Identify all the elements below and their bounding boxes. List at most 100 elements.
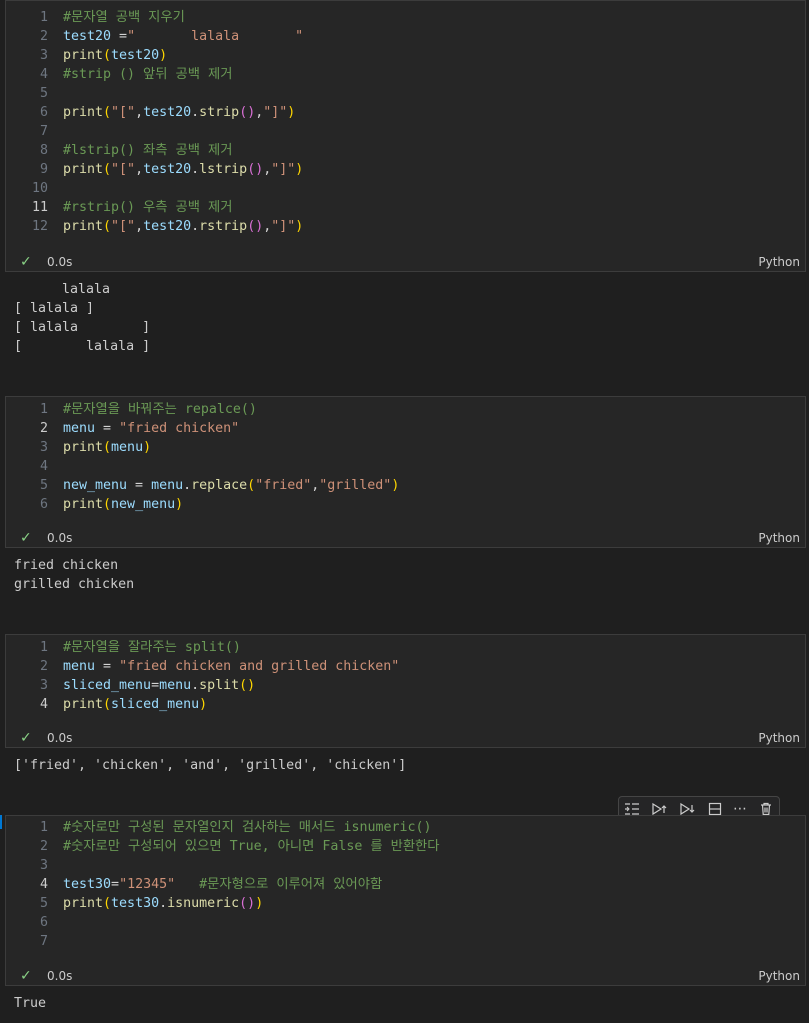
code-text: #strip () 앞뒤 공백 제거 xyxy=(63,65,232,84)
code-text: #숫자로만 구성되어 있으면 True, 아니면 False 를 반환한다 xyxy=(63,837,440,856)
code-text: test30="12345" #문자형으로 이루어져 있어야함 xyxy=(63,875,382,894)
code-token: #숫자로만 구성되어 있으면 True, 아니면 False 를 반환한다 xyxy=(63,839,440,854)
code-line[interactable]: 6 xyxy=(6,913,805,932)
code-line[interactable]: 5 xyxy=(6,84,805,103)
cell-status-bar: ✓ 0.0s Python xyxy=(6,528,805,548)
code-token: = xyxy=(95,421,120,436)
code-line[interactable]: 2 test20 =" lalala " xyxy=(6,27,805,46)
line-number: 5 xyxy=(39,896,48,911)
language-label[interactable]: Python xyxy=(758,728,800,748)
line-number: 1 xyxy=(39,820,48,835)
code-line[interactable]: 5 new_menu = menu.replace("fried","grille… xyxy=(6,476,805,495)
code-token: . xyxy=(159,896,168,911)
language-label[interactable]: Python xyxy=(758,528,800,548)
code-token: ) xyxy=(391,478,400,493)
code-token: ) xyxy=(159,48,168,63)
code-line[interactable]: 8 #lstrip() 좌측 공백 제거 xyxy=(6,141,805,160)
line-number: 11 xyxy=(31,200,48,215)
code-line[interactable]: 3 print(test20) xyxy=(6,46,805,65)
code-token: test20 xyxy=(111,48,160,63)
line-number: 12 xyxy=(31,219,48,234)
code-token: ) xyxy=(295,162,304,177)
code-token: #rstrip() 우측 공백 제거 xyxy=(63,200,233,215)
code-token: print xyxy=(63,219,104,234)
code-token: ) xyxy=(255,896,264,911)
code-line[interactable]: 5 print(test30.isnumeric()) xyxy=(6,894,805,913)
code-token: #문자열을 바꿔주는 repalce() xyxy=(63,402,257,417)
code-line[interactable]: 3 xyxy=(6,856,805,875)
code-token: () xyxy=(247,162,264,177)
code-token: replace xyxy=(191,478,248,493)
code-token: print xyxy=(63,162,104,177)
code-cell-3[interactable]: 1 #문자열을 잘라주는 split() 2 menu = "fried chicke… xyxy=(5,634,806,748)
code-token: ) xyxy=(287,105,296,120)
code-token: () xyxy=(239,678,256,693)
code-line[interactable]: 1 #문자열을 잘라주는 split() xyxy=(6,638,805,657)
language-label[interactable]: Python xyxy=(758,252,800,272)
code-cell-1[interactable]: 1 #문자열 공백 지우기 2 test20 =" lalala " 3 print(te… xyxy=(5,0,806,272)
line-number: 1 xyxy=(39,640,48,655)
output-line: [ lalala ] xyxy=(14,320,151,335)
code-token: "fried" xyxy=(255,478,312,493)
output-line: True xyxy=(14,996,47,1011)
code-token: #문자열을 잘라주는 split() xyxy=(63,640,241,655)
code-line[interactable]: 9 print("[",test20.lstrip(),"]") xyxy=(6,160,805,179)
code-text: print(new_menu) xyxy=(63,495,183,514)
code-token: ( xyxy=(103,497,112,512)
code-token: print xyxy=(63,105,104,120)
code-line[interactable]: 6 print("[",test20.strip(),"]") xyxy=(6,103,805,122)
code-line[interactable]: 4 print(sliced_menu) xyxy=(6,695,805,714)
code-line[interactable]: 10 xyxy=(6,179,805,198)
line-number: 5 xyxy=(39,478,48,493)
output-line: lalala xyxy=(14,282,111,297)
code-token: menu xyxy=(63,421,96,436)
code-line[interactable]: 7 xyxy=(6,932,805,951)
code-text: #문자열을 바꿔주는 repalce() xyxy=(63,400,257,419)
code-text: test20 =" lalala " xyxy=(63,27,303,46)
code-text: print(test30.isnumeric()) xyxy=(63,894,263,913)
code-line[interactable]: 4 test30="12345" #문자형으로 이루어져 있어야함 xyxy=(6,875,805,894)
code-line[interactable]: 6 print(new_menu) xyxy=(6,495,805,514)
code-token: "12345" xyxy=(119,877,176,892)
line-number: 9 xyxy=(39,162,48,177)
code-token: #숫자로만 구성된 문자열인지 검사하는 매서드 isnumeric() xyxy=(63,820,432,835)
code-token: rstrip xyxy=(199,219,248,234)
line-number: 5 xyxy=(39,86,48,101)
code-line[interactable]: 1 #숫자로만 구성된 문자열인지 검사하는 매서드 isnumeric() xyxy=(6,818,805,837)
code-cell-2[interactable]: 1 #문자열을 바꿔주는 repalce() 2 menu = "fried chic… xyxy=(5,396,806,548)
execution-time: 0.0s xyxy=(47,531,73,545)
code-line[interactable]: 3 print(menu) xyxy=(6,438,805,457)
code-token: print xyxy=(63,896,104,911)
output-line: fried chicken xyxy=(14,558,119,573)
line-number: 7 xyxy=(39,124,48,139)
line-number: 10 xyxy=(31,181,48,196)
code-cell-4[interactable]: 1 #숫자로만 구성된 문자열인지 검사하는 매서드 isnumeric() 2 #숫… xyxy=(5,815,806,986)
code-text: #문자열 공백 지우기 xyxy=(63,8,185,27)
code-text: print("[",test20.rstrip(),"]") xyxy=(63,217,303,236)
code-text: new_menu = menu.replace("fried","grilled… xyxy=(63,476,399,495)
code-token: menu xyxy=(151,478,184,493)
code-token: ( xyxy=(103,896,112,911)
code-line[interactable]: 1 #문자열을 바꿔주는 repalce() xyxy=(6,400,805,419)
code-token: ( xyxy=(103,697,112,712)
code-line[interactable]: 4 xyxy=(6,457,805,476)
code-line[interactable]: 2 menu = "fried chicken and grilled chick… xyxy=(6,657,805,676)
code-line[interactable]: 3 sliced_menu=menu.split() xyxy=(6,676,805,695)
line-number: 2 xyxy=(39,659,48,674)
code-line[interactable]: 4 #strip () 앞뒤 공백 제거 xyxy=(6,65,805,84)
execution-time: 0.0s xyxy=(47,969,73,983)
code-token: print xyxy=(63,697,104,712)
language-label[interactable]: Python xyxy=(758,966,800,986)
code-line[interactable]: 2 #숫자로만 구성되어 있으면 True, 아니면 False 를 반환한다 xyxy=(6,837,805,856)
code-line[interactable]: 2 menu = "fried chicken" xyxy=(6,419,805,438)
line-number: 3 xyxy=(39,678,48,693)
code-line[interactable]: 12 print("[",test20.rstrip(),"]") xyxy=(6,217,805,236)
code-token: menu xyxy=(111,440,144,455)
code-token: () xyxy=(239,105,256,120)
code-token: print xyxy=(63,497,104,512)
code-line[interactable]: 1 #문자열 공백 지우기 xyxy=(6,8,805,27)
code-token: strip xyxy=(199,105,240,120)
code-line[interactable]: 7 xyxy=(6,122,805,141)
code-line[interactable]: 11 #rstrip() 우측 공백 제거 xyxy=(6,198,805,217)
line-number: 7 xyxy=(39,934,48,949)
